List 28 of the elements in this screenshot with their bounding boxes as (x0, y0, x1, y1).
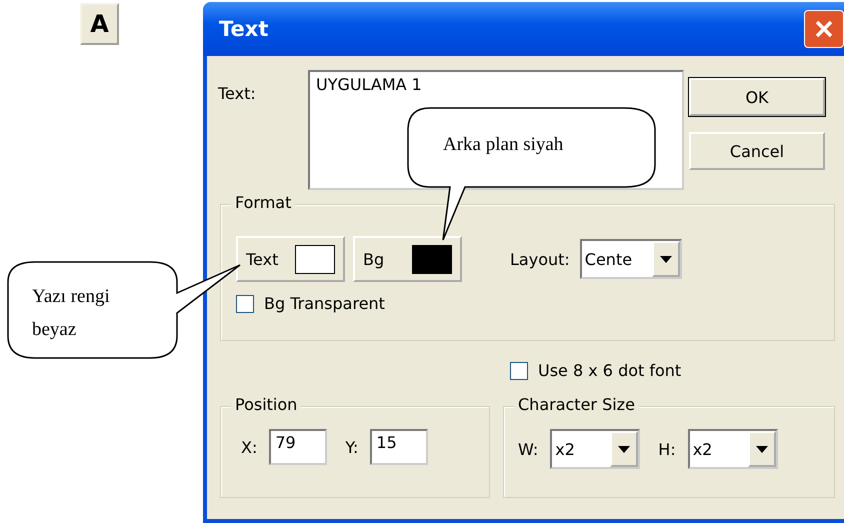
dropdown-arrow-icon (660, 256, 672, 262)
text-tool-button[interactable]: A (80, 3, 119, 45)
x-label: X: (241, 438, 258, 456)
window-title: Text (219, 17, 268, 41)
width-label: W: (518, 440, 538, 458)
height-label: H: (658, 440, 676, 458)
close-icon (813, 18, 835, 40)
y-label: Y: (345, 438, 358, 456)
height-dropdown[interactable]: x2 (688, 429, 778, 469)
cancel-button[interactable]: Cancel (689, 132, 825, 170)
dropdown-arrow-icon (618, 446, 630, 452)
callout-text: Arka plan siyah (443, 134, 564, 156)
checkbox[interactable] (236, 294, 254, 312)
y-input-field[interactable]: 15 (370, 429, 428, 465)
layout-dropdown[interactable]: Cente (580, 239, 682, 279)
checkbox[interactable] (510, 362, 528, 380)
text-color-button[interactable]: Text (236, 236, 345, 282)
width-dropdown[interactable]: x2 (550, 429, 640, 469)
ok-button[interactable]: OK (689, 78, 825, 116)
close-button[interactable] (804, 10, 844, 48)
checkbox-label: Bg Transparent (264, 294, 385, 313)
layout-label: Layout: (510, 250, 570, 268)
callout-text: Yazı rengi beyaz (32, 285, 111, 342)
x-input-field[interactable]: 79 (269, 429, 328, 465)
bg-color-button[interactable]: Bg (353, 236, 462, 282)
text-label: Text: (218, 84, 257, 103)
checkbox-label: Use 8 x 6 dot font (538, 361, 682, 380)
dropdown-arrow-icon (756, 446, 768, 452)
